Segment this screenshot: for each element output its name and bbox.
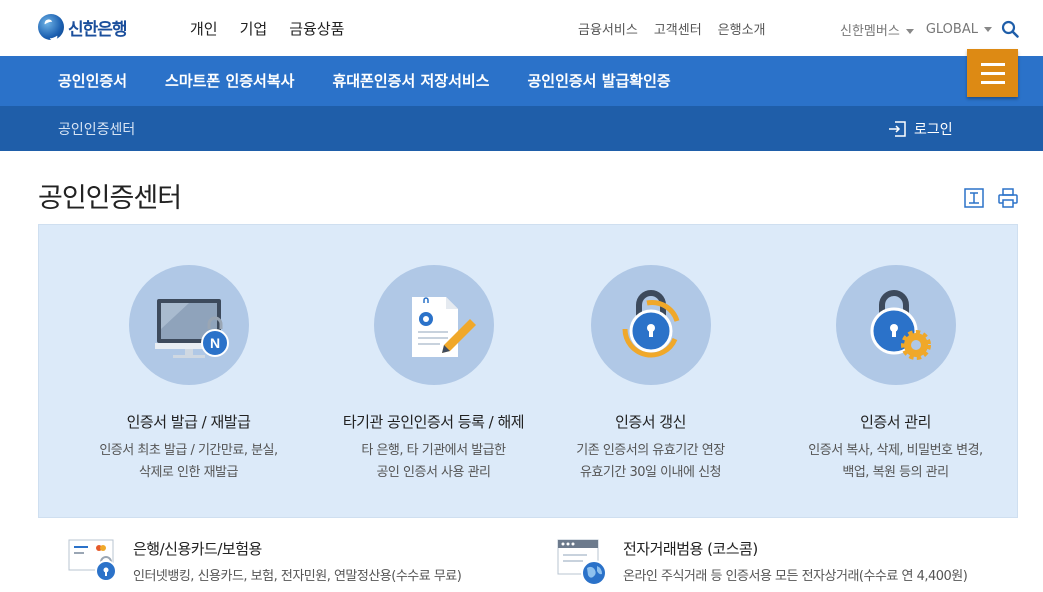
lock-refresh-icon xyxy=(622,290,679,358)
register-circle xyxy=(373,265,494,385)
card-desc-line: 타 은행, 타 기관에서 발급한 xyxy=(361,443,506,458)
page-title: 공인인증센터 xyxy=(38,183,182,214)
sub-header: 공인인증센터 로그인 xyxy=(0,106,1043,151)
card-desc: 인증서 최초 발급 / 기간만료, 분실, 삭제로 인한 재발급 xyxy=(66,440,311,484)
chevron-down-icon xyxy=(905,29,914,34)
bank-card-insurance-item[interactable]: 은행/신용카드/보험용 인터넷뱅킹, 신용카드, 보험, 전자민원, 연말정산용… xyxy=(133,538,462,584)
bottom-title: 전자거래범용 (코스콤) xyxy=(623,540,758,558)
menu-line xyxy=(980,62,1005,66)
card-title: 인증서 관리 xyxy=(860,413,931,431)
card-desc-line: 유효기간 30일 이내에 신청 xyxy=(579,465,722,480)
login-button[interactable]: 로그인 xyxy=(888,119,953,139)
logo-text: 신한은행 xyxy=(68,19,128,40)
shinhan-logo[interactable]: 신한은행 xyxy=(38,14,128,40)
bottom-title: 은행/신용카드/보험용 xyxy=(133,540,262,558)
nav-corporate[interactable]: 기업 xyxy=(240,18,268,39)
card-desc: 기존 인증서의 유효기간 연장 유효기간 30일 이내에 신청 xyxy=(528,440,773,484)
card-desc-line: 인증서 최초 발급 / 기간만료, 분실, xyxy=(99,443,278,458)
print-icon[interactable] xyxy=(998,188,1018,208)
certificate-services-panel: N 인증서 발급 / 재발급 인증서 최초 발급 / 기간만료, 분실, 삭제로… xyxy=(38,224,1018,518)
bottom-desc: 인터넷뱅킹, 신용카드, 보험, 전자민원, 연말정산용(수수료 무료) xyxy=(133,569,462,584)
electronic-trade-item[interactable]: 전자거래범용 (코스콤) 온라인 주식거래 등 인증서용 모든 전자상거래(수수… xyxy=(623,538,968,584)
bottom-desc: 온라인 주식거래 등 인증서용 모든 전자상거래(수수료 연 4,400원) xyxy=(623,569,968,584)
util-customer-center[interactable]: 고객센터 xyxy=(654,19,702,38)
card-desc: 인증서 복사, 삭제, 비밀번호 변경, 백업, 복원 등의 관리 xyxy=(773,440,1018,484)
card-title: 타기관 공인인증서 등록 / 해제 xyxy=(342,413,525,431)
svg-text:N: N xyxy=(209,335,219,351)
card-register[interactable]: 타기관 공인인증서 등록 / 해제 타 은행, 타 기관에서 발급한 공인 인증… xyxy=(311,265,556,484)
util-nav: 금융서비스 고객센터 은행소개 xyxy=(578,19,766,38)
card-renew[interactable]: 인증서 갱신 기존 인증서의 유효기간 연장 유효기간 30일 이내에 신청 xyxy=(528,265,773,484)
global-dropdown[interactable]: GLOBAL xyxy=(926,22,992,37)
card-desc-line: 기존 인증서의 유효기간 연장 xyxy=(576,443,725,458)
card-title: 인증서 발급 / 재발급 xyxy=(126,413,251,431)
card-desc-line: 인증서 복사, 삭제, 비밀번호 변경, xyxy=(808,443,983,458)
util-about-bank[interactable]: 은행소개 xyxy=(718,19,766,38)
menu-line xyxy=(980,80,1005,84)
tab-issue-confirmation[interactable]: 공인인증서 발급확인증 xyxy=(527,70,670,91)
right-util: 신한멤버스 GLOBAL xyxy=(840,20,992,39)
login-label: 로그인 xyxy=(914,122,953,138)
nav-personal[interactable]: 개인 xyxy=(190,18,218,39)
card-desc-line: 삭제로 인한 재발급 xyxy=(139,465,238,480)
member-label: 신한멤버스 xyxy=(840,24,900,39)
tab-smartphone-copy[interactable]: 스마트폰 인증서복사 xyxy=(165,70,294,91)
bank-card-icon xyxy=(68,539,117,582)
menu-line xyxy=(980,71,1005,75)
issue-circle: N xyxy=(128,265,249,385)
tab-phone-storage[interactable]: 휴대폰인증서 저장서비스 xyxy=(332,70,489,91)
nav-products[interactable]: 금융상품 xyxy=(289,18,344,39)
card-desc-line: 백업, 복원 등의 관리 xyxy=(842,465,949,480)
renew-circle xyxy=(590,265,711,385)
member-dropdown[interactable]: 신한멤버스 xyxy=(840,20,914,39)
card-title: 인증서 갱신 xyxy=(615,413,686,431)
tab-certificate[interactable]: 공인인증서 xyxy=(58,70,127,91)
download-icon[interactable] xyxy=(964,188,984,208)
chevron-down-icon xyxy=(983,27,992,32)
search-icon[interactable] xyxy=(1001,20,1019,38)
top-header: 신한은행 개인 기업 금융상품 금융서비스 고객센터 은행소개 신한멤버스 GL… xyxy=(0,0,1043,56)
computer-lock-icon: N xyxy=(154,299,229,358)
breadcrumb[interactable]: 공인인증센터 xyxy=(58,119,135,139)
card-desc-line: 공인 인증서 사용 관리 xyxy=(376,465,491,480)
browser-globe-icon xyxy=(557,539,607,586)
logo-icon xyxy=(38,14,64,40)
main-nav: 개인 기업 금융상품 xyxy=(190,18,344,39)
document-pen-icon xyxy=(411,297,476,357)
manage-circle xyxy=(835,265,956,385)
category-nav-bar: 공인인증서 스마트폰 인증서복사 휴대폰인증서 저장서비스 공인인증서 발급확인… xyxy=(0,56,1043,106)
card-manage[interactable]: 인증서 관리 인증서 복사, 삭제, 비밀번호 변경, 백업, 복원 등의 관리 xyxy=(773,265,1018,484)
lock-gear-icon xyxy=(870,290,931,360)
card-issue[interactable]: N 인증서 발급 / 재발급 인증서 최초 발급 / 기간만료, 분실, 삭제로… xyxy=(66,265,311,484)
global-label: GLOBAL xyxy=(925,22,978,37)
category-nav: 공인인증서 스마트폰 인증서복사 휴대폰인증서 저장서비스 공인인증서 발급확인… xyxy=(58,70,671,91)
login-icon xyxy=(889,121,906,137)
card-desc: 타 은행, 타 기관에서 발급한 공인 인증서 사용 관리 xyxy=(311,440,556,484)
util-financial-services[interactable]: 금융서비스 xyxy=(578,19,638,38)
hamburger-menu-button[interactable] xyxy=(967,49,1018,97)
